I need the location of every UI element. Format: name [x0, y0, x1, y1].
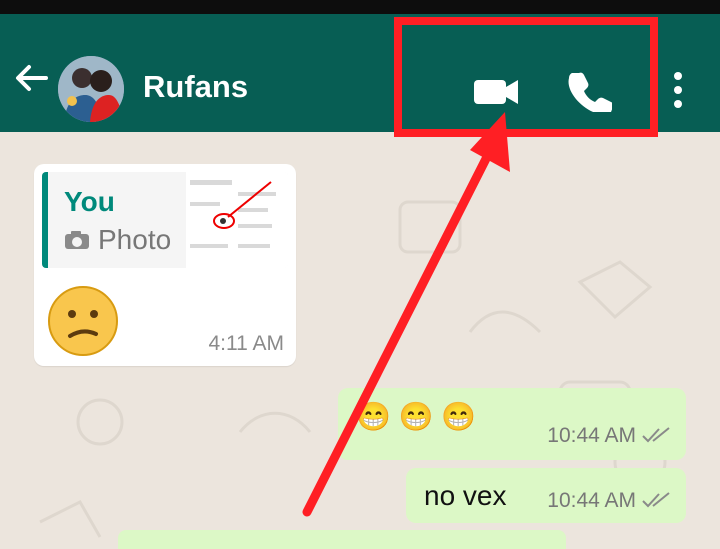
incoming-message[interactable]: You Photo 4:11 AM — [34, 164, 296, 366]
message-text: 😁 😁 😁 — [356, 401, 477, 432]
contact-name[interactable]: Rufans — [143, 69, 248, 105]
message-time: 10:44 AM — [547, 424, 636, 447]
quote-accent-bar — [42, 172, 48, 268]
contact-avatar[interactable] — [58, 56, 124, 122]
message-text: no vex — [424, 480, 507, 511]
outgoing-message[interactable]: 😁 😁 😁 10:44 AM — [338, 388, 686, 460]
camera-icon — [65, 231, 89, 249]
annotation-box — [394, 17, 658, 137]
next-message-edge — [118, 530, 566, 549]
double-check-icon — [642, 492, 670, 508]
more-options-icon[interactable] — [666, 68, 690, 112]
back-arrow-icon[interactable] — [12, 58, 52, 98]
confused-face-icon — [48, 286, 118, 356]
quoted-reply[interactable]: You Photo — [42, 172, 288, 268]
outgoing-message[interactable]: no vex 10:44 AM — [406, 468, 686, 523]
quote-label: Photo — [98, 224, 172, 255]
double-check-icon — [642, 427, 670, 443]
status-strip — [0, 0, 720, 14]
quote-author: You — [64, 186, 115, 217]
photo-thumbnail[interactable] — [186, 172, 288, 268]
message-time: 4:11 AM — [208, 332, 285, 355]
message-time: 10:44 AM — [547, 489, 636, 512]
chat-area: You Photo 4:11 AM 😁 😁 😁 10:44 AM no vex … — [0, 132, 720, 549]
